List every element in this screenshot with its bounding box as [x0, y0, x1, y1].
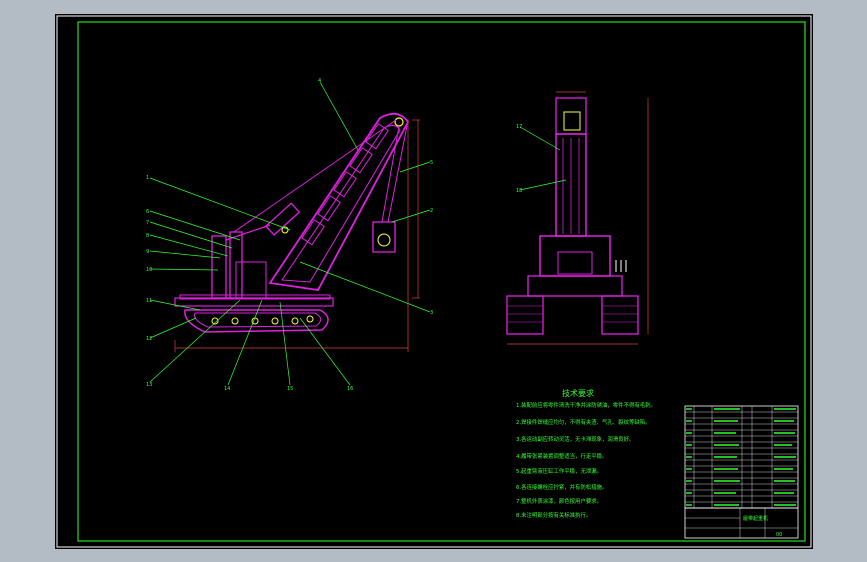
tech-req-line-2: 2.焊接件焊缝应均匀，不得有夹渣、气孔、裂纹等缺陷。 [516, 418, 651, 426]
leader-label-15: 15 [287, 386, 293, 392]
leader-label-6: 6 [146, 209, 149, 215]
tech-req-line-4: 4.履带张紧装置调整适当，行走平稳。 [516, 452, 607, 460]
leader-label-10: 10 [146, 267, 152, 273]
leader-label-18: 18 [516, 188, 522, 194]
leader-label-3: 3 [430, 310, 433, 316]
drawing-sheet [55, 14, 813, 549]
leader-label-13: 13 [146, 382, 152, 388]
leader-label-7: 7 [146, 220, 149, 226]
leader-label-12: 12 [146, 336, 152, 342]
leader-label-1: 1 [146, 175, 149, 181]
cad-drawing-canvas: 1 2 3 4 5 6 7 8 9 10 11 12 13 14 15 16 1… [55, 14, 813, 549]
leader-label-5: 5 [430, 160, 433, 166]
tech-req-line-8: 8.未注明部分按有关标准执行。 [516, 511, 591, 519]
leader-label-8: 8 [146, 233, 149, 239]
title-block-drawing-no: 00 [776, 532, 782, 538]
tech-req-line-1: 1.装配前应将零件清洗干净并涂防锈油，零件不得有毛刺。 [516, 401, 656, 409]
leader-label-11: 11 [146, 298, 152, 304]
tech-req-line-6: 6.各连接螺栓应拧紧，并有防松措施。 [516, 483, 607, 491]
tech-requirements-title: 技术要求 [562, 388, 594, 398]
tech-req-line-5: 5.起重臂液压缸工作平稳，无泄漏。 [516, 467, 602, 475]
leader-label-16: 16 [347, 386, 353, 392]
tech-req-line-7: 7.整机外表涂漆，颜色按用户要求。 [516, 497, 602, 505]
leader-label-2: 2 [430, 208, 433, 214]
leader-label-9: 9 [146, 249, 149, 255]
title-block-title: 履带起重机 [743, 515, 768, 522]
leader-label-14: 14 [224, 386, 230, 392]
leader-label-17: 17 [516, 124, 522, 130]
tech-req-line-3: 3.各运动副应转动灵活，无卡滞现象，润滑良好。 [516, 435, 634, 443]
leader-label-4: 4 [318, 78, 321, 84]
